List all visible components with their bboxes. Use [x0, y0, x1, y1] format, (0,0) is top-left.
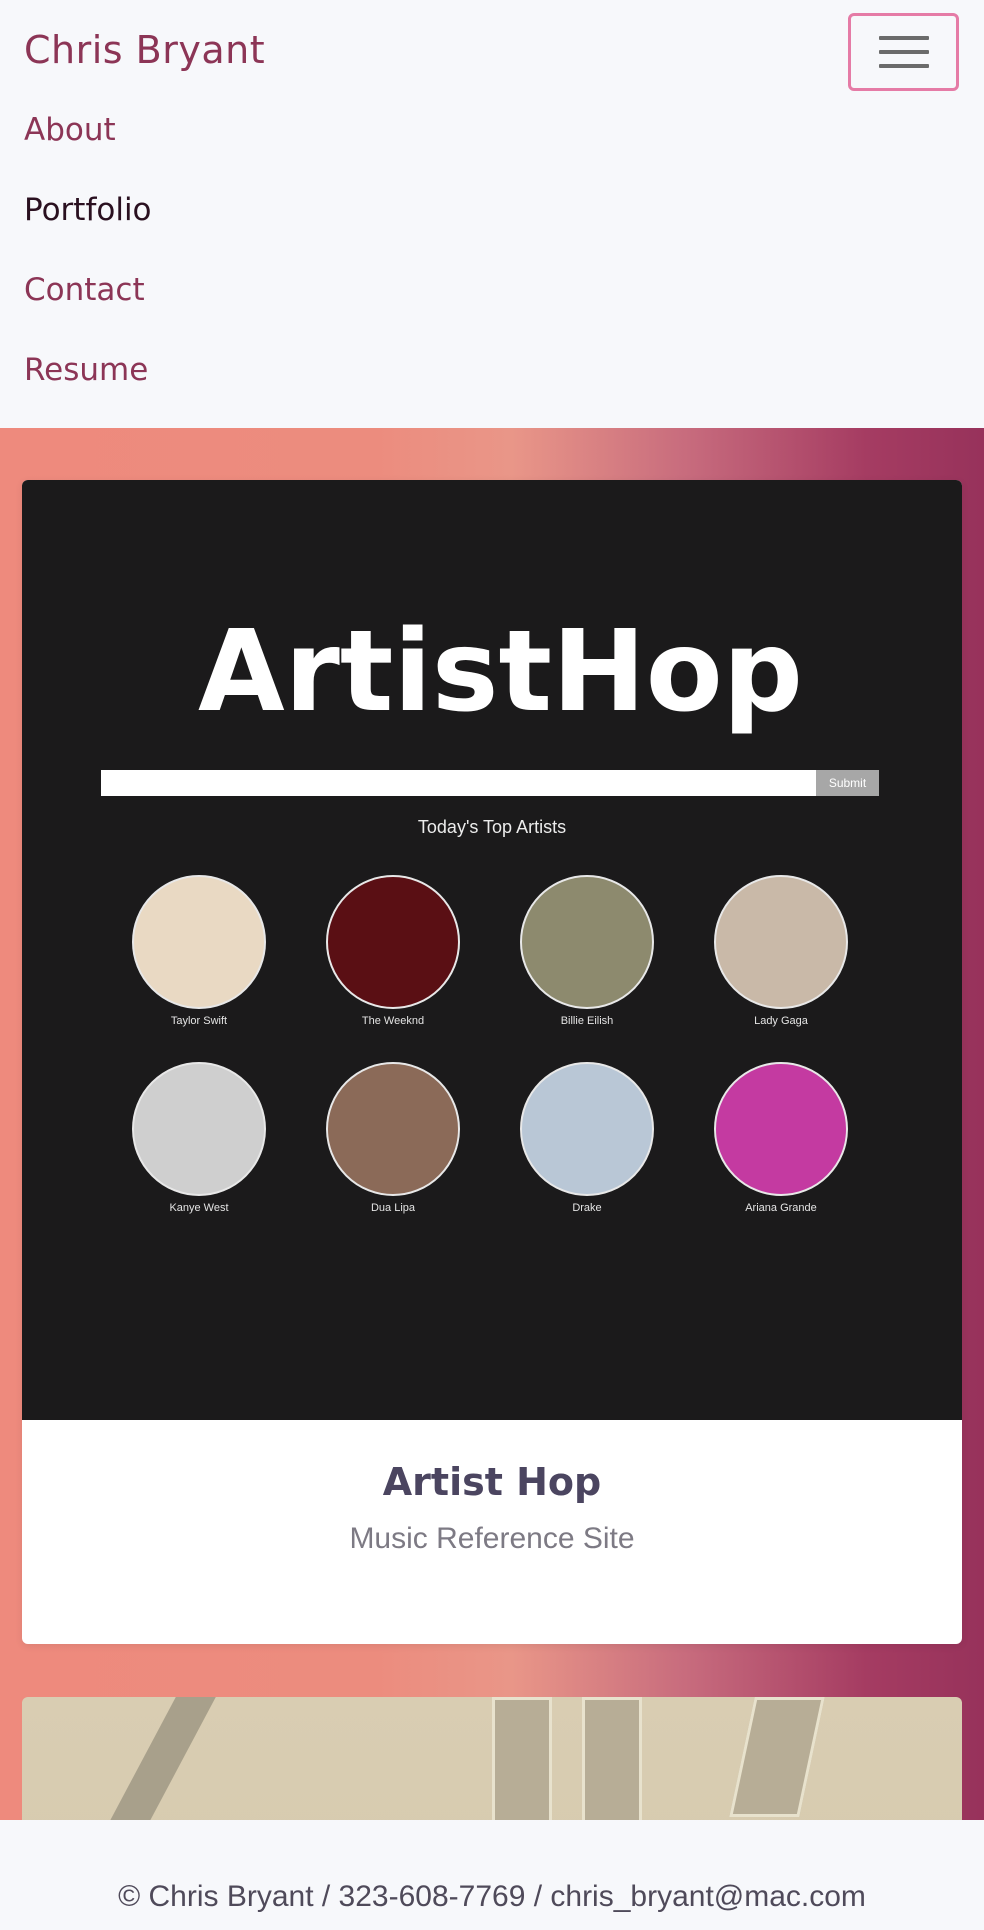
project-title: Artist Hop	[382, 1460, 602, 1504]
artist-card[interactable]: Lady Gaga	[701, 875, 861, 1027]
artisthop-heading: Today's Top Artists	[417, 817, 567, 837]
artist-card[interactable]: The Weeknd	[313, 875, 473, 1027]
artist-avatar	[714, 875, 848, 1009]
brand-link[interactable]: Chris Bryant	[24, 28, 265, 72]
nav-item-about[interactable]: About	[24, 106, 116, 148]
artist-name: Lady Gaga	[754, 1015, 808, 1027]
artist-name: Taylor Swift	[170, 1015, 228, 1027]
artist-avatar	[326, 875, 460, 1009]
artisthop-search-input[interactable]	[101, 770, 879, 796]
artist-card[interactable]: Taylor Swift	[119, 875, 279, 1027]
artist-card[interactable]: Drake	[507, 1062, 667, 1214]
building-photo-window	[729, 1697, 825, 1817]
nav-item-contact[interactable]: Contact	[24, 266, 145, 308]
footer-text: © Chris Bryant / 323-608-7769 / chris_br…	[118, 1880, 866, 1913]
artist-avatar	[520, 1062, 654, 1196]
navbar-toggler-button[interactable]	[848, 13, 959, 91]
artist-name: Ariana Grande	[745, 1202, 817, 1214]
portfolio-section: ArtistHop Submit Today's Top Artists Tay…	[0, 428, 984, 1930]
footer: © Chris Bryant / 323-608-7769 / chris_br…	[0, 1820, 984, 1930]
hamburger-icon	[878, 36, 929, 68]
navbar: Chris Bryant About Portfolio Contact Res…	[0, 0, 984, 428]
artisthop-submit-button[interactable]: Submit	[816, 770, 879, 796]
artist-name: The Weeknd	[361, 1015, 425, 1027]
artist-avatar	[520, 875, 654, 1009]
nav-item-resume[interactable]: Resume	[24, 346, 148, 388]
artist-avatar	[132, 1062, 266, 1196]
artist-name: Kanye West	[169, 1202, 229, 1214]
artist-card[interactable]: Ariana Grande	[701, 1062, 861, 1214]
artist-card[interactable]: Dua Lipa	[313, 1062, 473, 1214]
artist-card[interactable]: Kanye West	[119, 1062, 279, 1214]
project-subtitle: Music Reference Site	[349, 1522, 635, 1555]
project-screenshot[interactable]: ArtistHop Submit Today's Top Artists Tay…	[22, 480, 962, 1420]
project-card[interactable]: ArtistHop Submit Today's Top Artists Tay…	[22, 480, 962, 1644]
artist-name: Billie Eilish	[560, 1015, 614, 1027]
project-card-body: Artist Hop Music Reference Site	[22, 1420, 962, 1644]
artisthop-logo-text: ArtistHop	[198, 607, 803, 737]
artist-card[interactable]: Billie Eilish	[507, 875, 667, 1027]
artist-avatar	[326, 1062, 460, 1196]
artisthop-logo: ArtistHop	[198, 607, 803, 737]
artist-name: Dua Lipa	[370, 1202, 416, 1214]
artist-avatar	[714, 1062, 848, 1196]
artist-avatar	[132, 875, 266, 1009]
artist-name: Drake	[572, 1202, 602, 1214]
nav-item-portfolio[interactable]: Portfolio	[24, 186, 152, 228]
nav-menu: About Portfolio Contact Resume	[24, 106, 152, 426]
